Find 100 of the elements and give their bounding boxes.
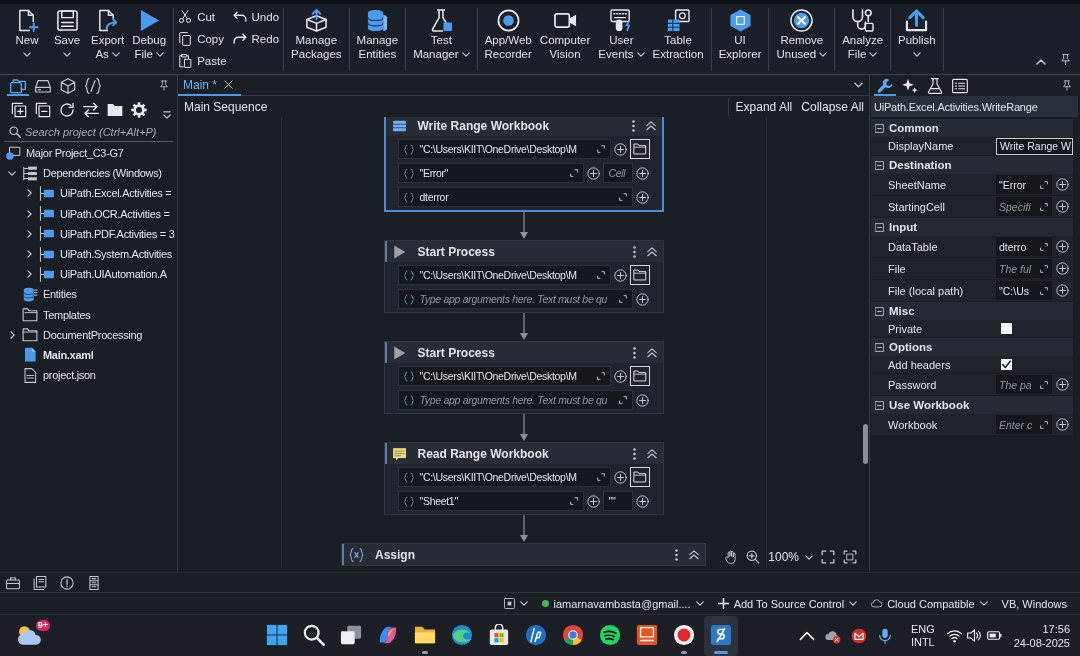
chevron-down-icon[interactable]	[8, 170, 16, 176]
expand-all-icon[interactable]	[11, 102, 27, 118]
search-field[interactable]: Search project (Ctrl+Alt+P)	[4, 122, 173, 142]
expand-icon[interactable]	[1040, 264, 1048, 273]
category-header[interactable]: Use Workbook	[871, 396, 1073, 414]
tree-item[interactable]: UiPath.UIAutomation.A	[0, 264, 177, 285]
action-button[interactable]: Expand All	[735, 99, 793, 114]
recorder-button[interactable]: App/Web Recorder	[480, 8, 536, 61]
action-button[interactable]: Collapse All	[801, 99, 864, 114]
expand-icon[interactable]	[618, 295, 627, 303]
expression-field[interactable]: "C:\Users\KIIT\OneDrive\Desktop\M	[397, 139, 611, 159]
expression-field[interactable]: "C:\Users\KIIT\OneDrive\Desktop\M	[397, 467, 611, 487]
chevron-right-icon[interactable]	[27, 250, 32, 259]
gear-icon[interactable]	[131, 102, 147, 118]
browse-button[interactable]	[629, 366, 650, 386]
input-field[interactable]: Cell	[602, 163, 633, 183]
expand-icon[interactable]	[569, 169, 578, 177]
plus-icon[interactable]	[1056, 200, 1069, 213]
account-dropdown[interactable]: iamarnavambasta@gmail....	[541, 597, 704, 610]
expression-field[interactable]: Type app arguments here. Text must be qu	[397, 390, 633, 410]
expand-icon[interactable]	[618, 193, 627, 201]
browse-button[interactable]	[629, 265, 650, 285]
expression-field[interactable]: dterro	[996, 237, 1052, 256]
plus-icon[interactable]	[635, 494, 649, 508]
plus-icon[interactable]	[635, 292, 649, 306]
collapse-box-icon[interactable]	[875, 123, 884, 133]
refresh-icon[interactable]	[59, 102, 75, 118]
close-icon[interactable]	[224, 80, 233, 89]
debug-button[interactable]: Debug File	[128, 8, 171, 61]
expand-icon[interactable]	[569, 497, 578, 505]
chevron-right-icon[interactable]	[27, 209, 32, 218]
manage-packages-button[interactable]: Manage Packages	[287, 8, 346, 61]
plus-icon[interactable]	[613, 470, 627, 484]
ui-explorer-button[interactable]: UI Explorer	[714, 8, 766, 61]
expand-icon[interactable]	[1040, 202, 1048, 211]
tree-item[interactable]: UiPath.System.Activities	[0, 243, 177, 265]
plus-icon[interactable]	[1056, 378, 1069, 391]
expression-field[interactable]: The pa	[996, 375, 1052, 394]
tree-item[interactable]: UiPath.PDF.Activities = 3	[0, 223, 177, 244]
tree-item[interactable]: project.json	[0, 365, 177, 386]
tree-item[interactable]: Dependencies (Windows)	[0, 163, 177, 184]
activity-card[interactable]: Start Process "C:\Users\KIIT\OneDrive\Desktop\M Type app arguments here. Text must be qu	[383, 240, 664, 313]
source-control-button[interactable]: Add To Source Control	[717, 597, 858, 610]
panel-dropdown[interactable]	[503, 598, 528, 609]
taskbar-button[interactable]	[704, 615, 738, 656]
category-header[interactable]: Destination	[871, 156, 1073, 174]
chevron-right-icon[interactable]	[27, 270, 32, 279]
collapse-box-icon[interactable]	[875, 306, 884, 316]
clock-button[interactable]: 17:56 24-08-2025	[1007, 621, 1076, 650]
expand-icon[interactable]	[596, 473, 605, 481]
plus-icon[interactable]	[1056, 178, 1069, 191]
hand-icon[interactable]	[724, 550, 739, 564]
fit-screen-icon[interactable]	[821, 550, 835, 564]
pin-icon[interactable]	[159, 80, 169, 91]
expression-field[interactable]: "Error	[996, 175, 1052, 194]
expression-field[interactable]: dterror	[397, 187, 633, 207]
browse-button[interactable]	[629, 467, 650, 487]
zoom-in-icon[interactable]	[746, 550, 761, 564]
expand-icon[interactable]	[1040, 420, 1048, 429]
more-icon[interactable]	[675, 548, 678, 561]
plus-icon[interactable]	[1056, 284, 1069, 297]
chevron-right-icon[interactable]	[10, 330, 15, 339]
expand-icon[interactable]	[1040, 242, 1048, 251]
swap-arrows-icon[interactable]	[83, 102, 99, 118]
remove-unused-button[interactable]: Remove Unused	[772, 8, 832, 61]
collapse-box-icon[interactable]	[875, 222, 884, 232]
expression-field[interactable]: Specifi	[996, 197, 1052, 216]
expression-field[interactable]: "Sheet1"	[397, 491, 584, 511]
language-button[interactable]: ENG INTL	[904, 622, 941, 649]
folder-icon[interactable]	[107, 102, 123, 118]
expand-icon[interactable]	[596, 145, 605, 153]
exclamation-circle-icon[interactable]	[60, 575, 74, 590]
plus-icon[interactable]	[1056, 418, 1069, 431]
expression-field[interactable]: "C:\Users\KIIT\OneDrive\Desktop\M	[397, 366, 611, 386]
tree-item[interactable]: UiPath.OCR.Activities =	[0, 203, 177, 224]
more-icon[interactable]	[631, 119, 635, 132]
undo-button[interactable]: Undo	[232, 6, 280, 28]
publish-button[interactable]: Publish	[894, 8, 940, 61]
expression-field[interactable]: "C:\Users\KIIT\OneDrive\Desktop\M	[397, 265, 611, 285]
briefcase-icon[interactable]	[6, 575, 20, 590]
fullscreen-icon[interactable]	[843, 550, 857, 564]
more-icon[interactable]	[632, 447, 636, 460]
export-button[interactable]: Export As	[87, 8, 129, 61]
document-tab[interactable]: Main *	[178, 75, 241, 96]
expand-icon[interactable]	[618, 396, 627, 404]
category-header[interactable]: Misc	[871, 302, 1073, 320]
expression-field[interactable]: Type app arguments here. Text must be qu	[397, 289, 633, 309]
expand-icon[interactable]	[1040, 380, 1048, 389]
checkbox[interactable]	[1001, 323, 1012, 334]
input-field[interactable]: ""	[602, 491, 633, 511]
checkbox[interactable]	[1001, 359, 1012, 370]
tree-item[interactable]: Templates	[0, 304, 177, 325]
plus-icon[interactable]	[1056, 240, 1069, 253]
category-header[interactable]: Input	[871, 218, 1073, 236]
documents-icon[interactable]	[33, 575, 47, 590]
expand-icon[interactable]	[1040, 286, 1048, 295]
computer-vision-button[interactable]: Computer Vision	[535, 8, 595, 61]
circle-app-icon[interactable]	[850, 627, 867, 644]
category-header[interactable]: Options	[871, 338, 1073, 356]
plus-icon[interactable]	[635, 190, 649, 204]
